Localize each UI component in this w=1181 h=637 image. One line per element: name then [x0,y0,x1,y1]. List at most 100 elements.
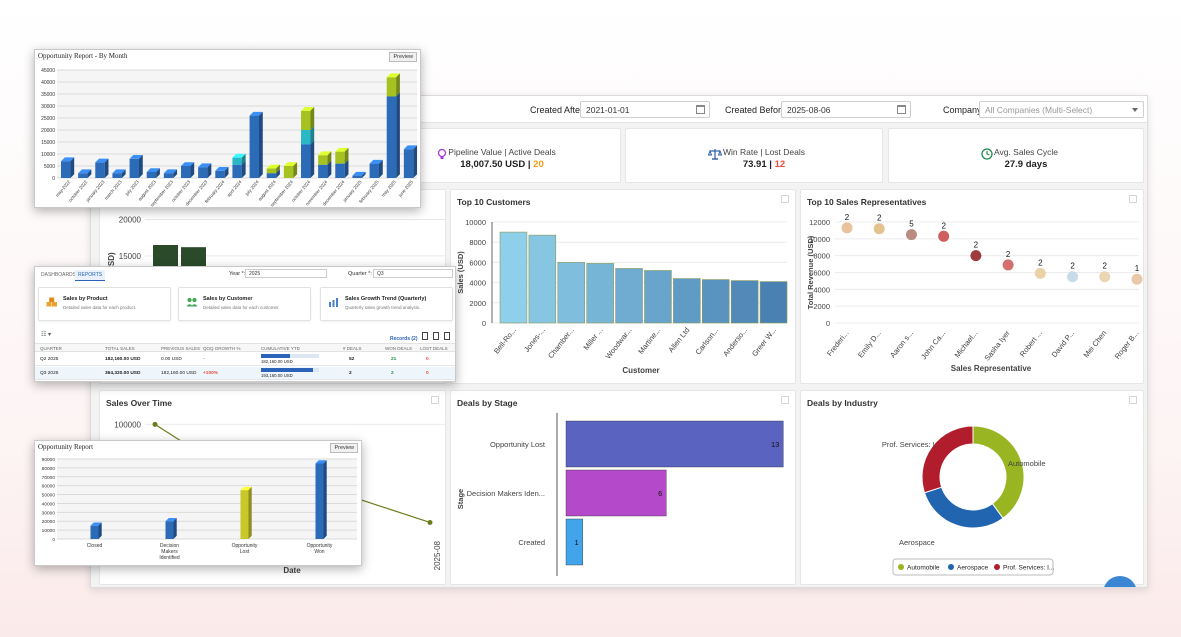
bar [129,155,143,178]
deals-by-industry-chart: Automobile Aerospace Prof. Services: I... A… [882,425,1054,576]
x-tick-label: Martine... [636,326,662,356]
y-tick-label: 60000 [42,484,56,490]
x-tick-label: may 2025 [380,179,397,198]
bar [702,279,730,324]
kpi-cycle-card: Avg. Sales Cycle 27.9 days [888,128,1144,183]
kpi-winrate-label: Win Rate | Lost Deals [722,147,806,157]
users-icon [186,298,198,307]
bar [240,486,252,539]
bar [95,158,109,178]
opp-by-month-window: Opportunity Report - By Month Preview 45… [34,49,421,208]
y-tick-label: 0 [52,537,55,543]
y-tick-label: 2000 [813,302,830,311]
y-tick-label: 70000 [42,475,56,481]
bar [301,107,315,130]
point [1002,259,1014,271]
tab-reports[interactable]: REPORTS [75,270,106,281]
data-label: 2 [941,221,946,230]
tab-dashboards[interactable]: DASHBOARDS [38,270,79,280]
export-icons[interactable] [422,332,452,340]
year-select[interactable]: 2025 [245,269,327,278]
report-card-sales-by-product[interactable]: Sales by Product Detailed sales data for… [38,287,171,321]
slice-label: Prof. Services: I... [882,440,941,449]
point [427,519,433,525]
bar [615,268,643,324]
bar [586,263,614,324]
top-customers-card: Top 10 Customers 10000 8000 6000 4000 2000 0 S… [450,189,796,384]
cumulative-ytd-fill [261,354,290,358]
company-label: Company: [943,105,985,115]
x-tick-label: Greer W... [750,326,778,358]
quarter-select[interactable]: Q3 [373,269,453,278]
point [841,222,853,234]
x-tick-label: Aaron s... [888,329,915,360]
columns-icon[interactable]: ☷ ▾ [41,331,51,338]
year-label: Year *: [229,271,246,277]
column-header[interactable]: LOST DEALS [420,346,448,351]
column-header[interactable]: QUARTER [40,346,62,351]
bar [61,157,75,178]
y-tick-label: 15000 [119,252,142,261]
legend-marker [948,564,954,570]
x-tick-label: Miller ... [581,326,604,352]
column-header[interactable]: QOQ GROWTH % [203,346,241,351]
created-after-label: Created After: [530,105,586,115]
bar-chart-icon [329,298,338,307]
table-row[interactable]: Q2 2025 182,160.00 USD 0.00 USD - 52 21 0 182,1… [35,353,455,366]
bar [165,518,177,539]
y-tick-label: Created [518,538,545,547]
bar [730,280,759,324]
y-tick-label: 20000 [41,128,55,134]
data-label: 5 [909,220,914,229]
created-after-input[interactable]: 2021-01-01 [580,101,710,118]
data-label: 2 [974,241,979,250]
x-tick-label: Sasha Iyer [983,328,1012,362]
legend-label: Automobile [907,565,940,572]
x-tick-label: Emily D... [856,329,883,360]
calendar-icon[interactable] [897,105,906,114]
bar [528,234,557,324]
y-tick-label: 25000 [41,116,55,122]
company-select[interactable]: All Companies (Multi-Select) [979,101,1144,118]
y-tick-label: 0 [482,319,486,328]
column-header[interactable]: WON DEALS [385,346,412,351]
bar [557,262,586,324]
bar [565,469,667,517]
x-tick-label: Roger B... [1113,329,1141,361]
chevron-down-icon [1132,108,1138,112]
bar [644,270,672,324]
legend-label: Aerospace [957,565,988,572]
created-before-input[interactable]: 2025-08-06 [781,101,911,118]
table-cell: 0 [426,357,429,362]
bar [315,460,327,539]
slice-label: Automobile [1008,459,1046,468]
bar [335,147,349,164]
column-header[interactable]: TOTAL SALES [105,346,135,351]
table-cell: 182,160.00 USD [105,357,141,362]
report-card-sales-by-customer[interactable]: Sales by Customer Detailed sales data fo… [178,287,311,321]
bar [369,159,383,178]
x-tick-label: Anderso... [721,326,749,358]
table-cell: 0 [426,371,429,376]
column-header[interactable]: # DEALS [343,346,362,351]
kpi-winrate-card: Win Rate | Lost Deals 73.91 | 12 [625,128,883,183]
legend-marker [898,564,904,570]
data-label: 2 [1070,262,1075,271]
y-tick-label: 40000 [41,80,55,86]
y-tick-label: 80000 [42,466,56,472]
column-header[interactable]: PREVIOUS SALES [161,346,200,351]
calendar-icon[interactable] [696,105,705,114]
column-header[interactable]: CUMULATIVE YTD [261,346,300,351]
report-card-sales-growth[interactable]: Sales Growth Trend (Quarterly) Quarterly… [320,287,453,321]
bar [499,231,528,324]
table-header: QUARTER TOTAL SALES PREVIOUS SALES QOQ GROW… [35,343,455,352]
bar [198,163,212,178]
point [1099,271,1111,283]
table-row[interactable]: Q3 2025 364,320.00 USD 182,160.00 USD +100%… [35,367,455,380]
data-label: 1 [1135,264,1140,273]
point [152,421,158,427]
x-tick-label: Robert ... [1018,329,1044,359]
point [873,223,885,235]
kpi-cycle-label: Avg. Sales Cycle [993,147,1059,157]
x-tick-label: june 2025 [397,179,414,199]
